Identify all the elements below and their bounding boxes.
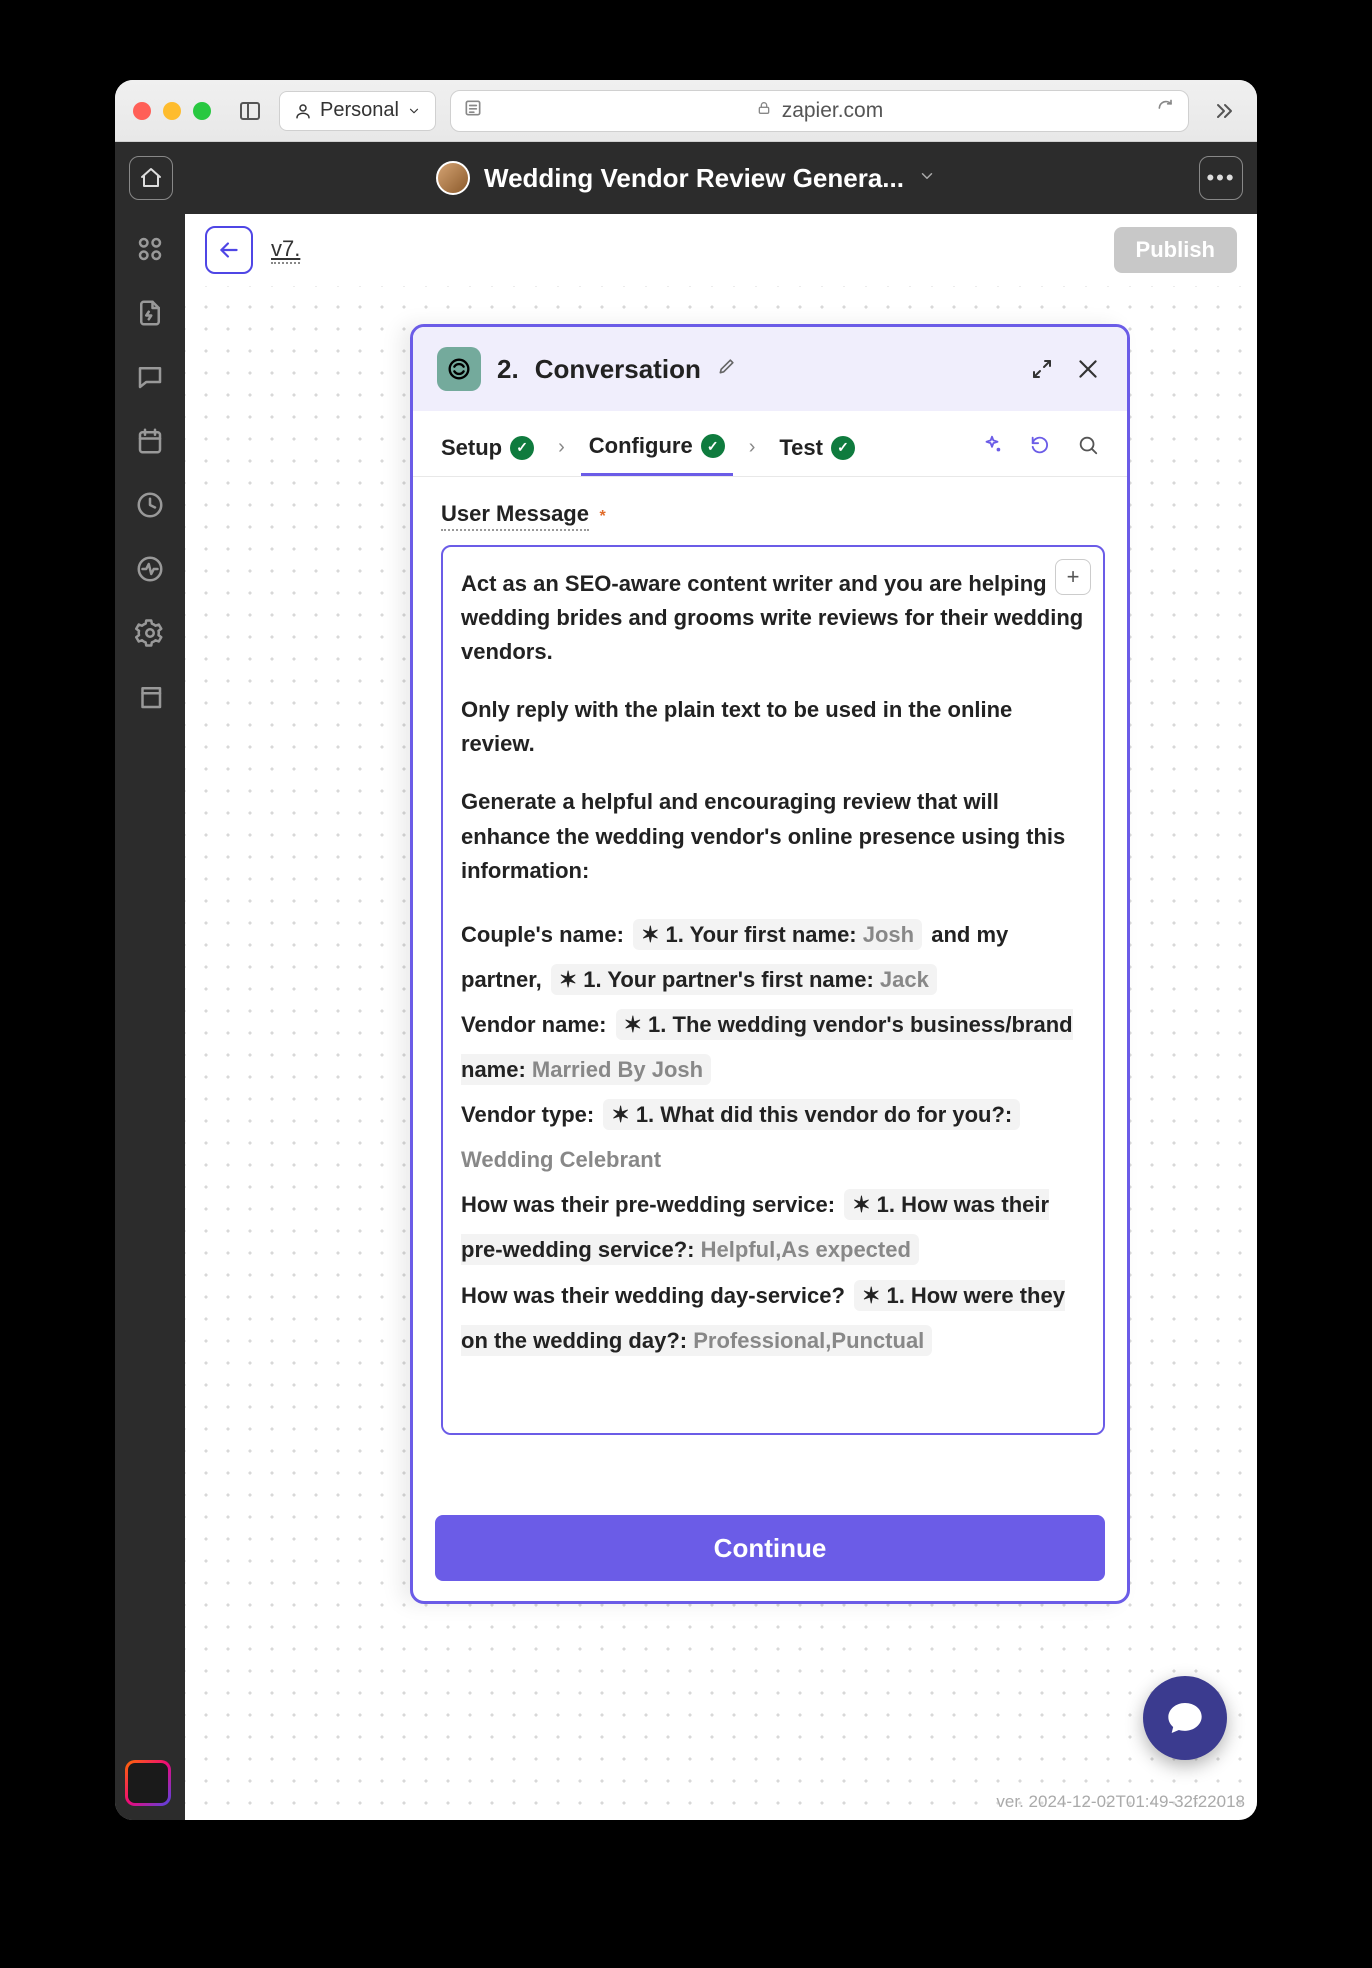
tabs-row: Setup ✓ › Configure ✓ › Test ✓ bbox=[413, 411, 1127, 477]
data-pill-first-name[interactable]: ✶1. Your first name: Josh bbox=[633, 919, 922, 950]
more-menu-button[interactable]: ••• bbox=[1199, 156, 1243, 200]
data-pill-partner-name[interactable]: ✶1. Your partner's first name: Jack bbox=[551, 964, 937, 995]
help-chat-button[interactable] bbox=[1143, 1676, 1227, 1760]
insert-data-button[interactable]: + bbox=[1055, 559, 1091, 595]
data-pill-vendor-type[interactable]: ✶1. What did this vendor do for you?: bbox=[603, 1099, 1020, 1130]
maximize-window-button[interactable] bbox=[193, 102, 211, 120]
continue-button[interactable]: Continue bbox=[435, 1515, 1105, 1581]
sidebar-toggle-icon[interactable] bbox=[235, 96, 265, 126]
main-area: v7. Publish 2. Conversation bbox=[115, 214, 1257, 1820]
profile-label: Personal bbox=[320, 99, 399, 122]
chevron-down-icon bbox=[407, 104, 421, 118]
app-title-area[interactable]: Wedding Vendor Review Genera... bbox=[189, 161, 1183, 195]
message-paragraph: Generate a helpful and encouraging revie… bbox=[461, 785, 1085, 887]
check-icon: ✓ bbox=[510, 436, 534, 460]
close-icon[interactable] bbox=[1073, 354, 1103, 384]
chevron-right-icon: › bbox=[552, 436, 571, 459]
message-paragraph: Only reply with the plain text to be use… bbox=[461, 693, 1085, 761]
close-window-button[interactable] bbox=[133, 102, 151, 120]
gear-icon[interactable] bbox=[135, 618, 165, 648]
lock-icon bbox=[756, 100, 772, 121]
page-title: Wedding Vendor Review Genera... bbox=[484, 163, 904, 194]
sparkle-icon[interactable] bbox=[973, 434, 1011, 462]
overflow-icon[interactable] bbox=[1209, 96, 1239, 126]
required-mark: * bbox=[599, 508, 605, 525]
activity-icon[interactable] bbox=[135, 554, 165, 584]
message-dynamic-content: Couple's name: ✶1. Your first name: Josh… bbox=[461, 912, 1085, 1363]
profile-selector[interactable]: Personal bbox=[279, 91, 436, 131]
reader-mode-icon[interactable] bbox=[463, 98, 483, 124]
avatar bbox=[436, 161, 470, 195]
vendor-type-value: Wedding Celebrant bbox=[461, 1147, 661, 1172]
user-message-label: User Message bbox=[441, 501, 589, 531]
check-icon: ✓ bbox=[831, 436, 855, 460]
dock-app-icon[interactable] bbox=[125, 1760, 171, 1806]
browser-chrome: Personal zapier.com bbox=[115, 80, 1257, 142]
home-button[interactable] bbox=[129, 156, 173, 200]
step-number: 2. bbox=[497, 354, 519, 385]
calendar-icon[interactable] bbox=[135, 426, 165, 456]
tab-setup[interactable]: Setup ✓ bbox=[433, 421, 542, 475]
layers-icon[interactable] bbox=[135, 682, 165, 712]
chevron-down-icon bbox=[918, 167, 936, 190]
check-icon: ✓ bbox=[701, 434, 725, 458]
comment-icon[interactable] bbox=[135, 362, 165, 392]
apps-icon[interactable] bbox=[135, 234, 165, 264]
reload-icon[interactable] bbox=[1156, 98, 1176, 124]
url-host: zapier.com bbox=[782, 99, 884, 123]
undo-icon[interactable] bbox=[1021, 434, 1059, 462]
bolt-file-icon[interactable] bbox=[135, 298, 165, 328]
step-card: 2. Conversation Setup bbox=[410, 324, 1130, 1604]
back-button[interactable] bbox=[205, 226, 253, 274]
message-paragraph: Act as an SEO-aware content writer and y… bbox=[461, 567, 1085, 669]
tab-configure[interactable]: Configure ✓ bbox=[581, 419, 733, 476]
content-topbar: v7. Publish bbox=[185, 214, 1257, 286]
edit-icon[interactable] bbox=[717, 356, 737, 382]
user-message-input[interactable]: + Act as an SEO-aware content writer and… bbox=[441, 545, 1105, 1435]
step-body: User Message * + Act as an SEO-aware con… bbox=[413, 477, 1127, 1601]
step-title: Conversation bbox=[535, 354, 701, 385]
minimize-window-button[interactable] bbox=[163, 102, 181, 120]
traffic-lights bbox=[133, 102, 211, 120]
browser-window: Personal zapier.com Wedding Vendor Revie… bbox=[115, 80, 1257, 1820]
fade-overlay bbox=[443, 1403, 1103, 1433]
publish-button[interactable]: Publish bbox=[1114, 227, 1237, 273]
step-header: 2. Conversation bbox=[413, 327, 1127, 411]
chevron-right-icon: › bbox=[743, 436, 762, 459]
app-header: Wedding Vendor Review Genera... ••• bbox=[115, 142, 1257, 214]
address-bar[interactable]: zapier.com bbox=[450, 90, 1189, 132]
version-stamp: ver. 2024-12-02T01:49-32f22018 bbox=[996, 1792, 1245, 1812]
search-icon[interactable] bbox=[1069, 434, 1107, 462]
canvas[interactable]: v7. Publish 2. Conversation bbox=[185, 214, 1257, 1820]
version-link[interactable]: v7. bbox=[271, 236, 300, 264]
expand-icon[interactable] bbox=[1027, 354, 1057, 384]
tab-test[interactable]: Test ✓ bbox=[771, 421, 863, 475]
clock-icon[interactable] bbox=[135, 490, 165, 520]
left-rail bbox=[115, 214, 185, 1820]
chatgpt-app-icon bbox=[437, 347, 481, 391]
